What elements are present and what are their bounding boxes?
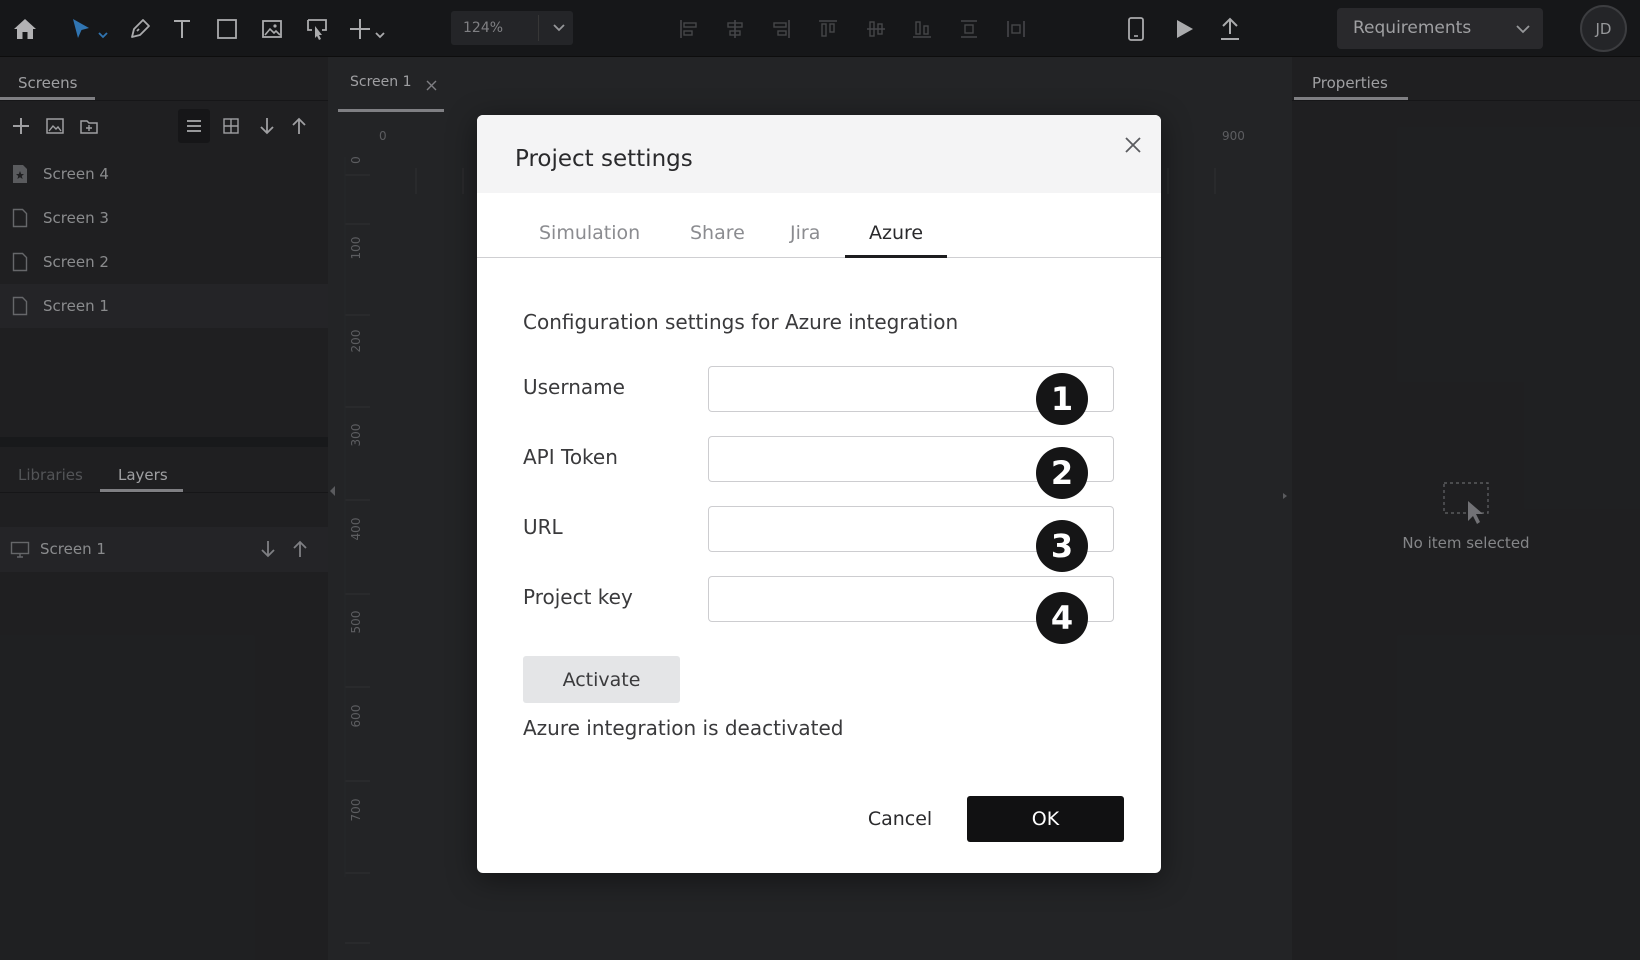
tab-simulation[interactable]: Simulation xyxy=(539,222,640,244)
api-token-label: API Token xyxy=(523,445,618,469)
dialog-title: Project settings xyxy=(515,146,693,172)
active-tab-underline xyxy=(845,255,947,258)
tab-share[interactable]: Share xyxy=(690,222,745,244)
project-settings-dialog: Project settings Simulation Share Jira A… xyxy=(477,115,1161,873)
username-label: Username xyxy=(523,375,625,399)
ok-button[interactable]: OK xyxy=(967,796,1124,842)
annotation-badge: 3 xyxy=(1036,520,1088,572)
tab-azure[interactable]: Azure xyxy=(869,222,923,244)
dialog-header: Project settings xyxy=(477,115,1161,193)
cancel-button[interactable]: Cancel xyxy=(845,796,955,842)
annotation-badge: 1 xyxy=(1036,373,1088,425)
section-description: Configuration settings for Azure integra… xyxy=(523,310,959,334)
project-key-label: Project key xyxy=(523,585,633,609)
tabs-divider xyxy=(477,257,1161,258)
integration-status: Azure integration is deactivated xyxy=(523,716,844,740)
annotation-badge: 4 xyxy=(1036,592,1088,644)
activate-button[interactable]: Activate xyxy=(523,656,680,703)
close-icon[interactable] xyxy=(1119,131,1147,159)
url-label: URL xyxy=(523,515,563,539)
annotation-badge: 2 xyxy=(1036,447,1088,499)
tab-jira[interactable]: Jira xyxy=(790,222,820,244)
